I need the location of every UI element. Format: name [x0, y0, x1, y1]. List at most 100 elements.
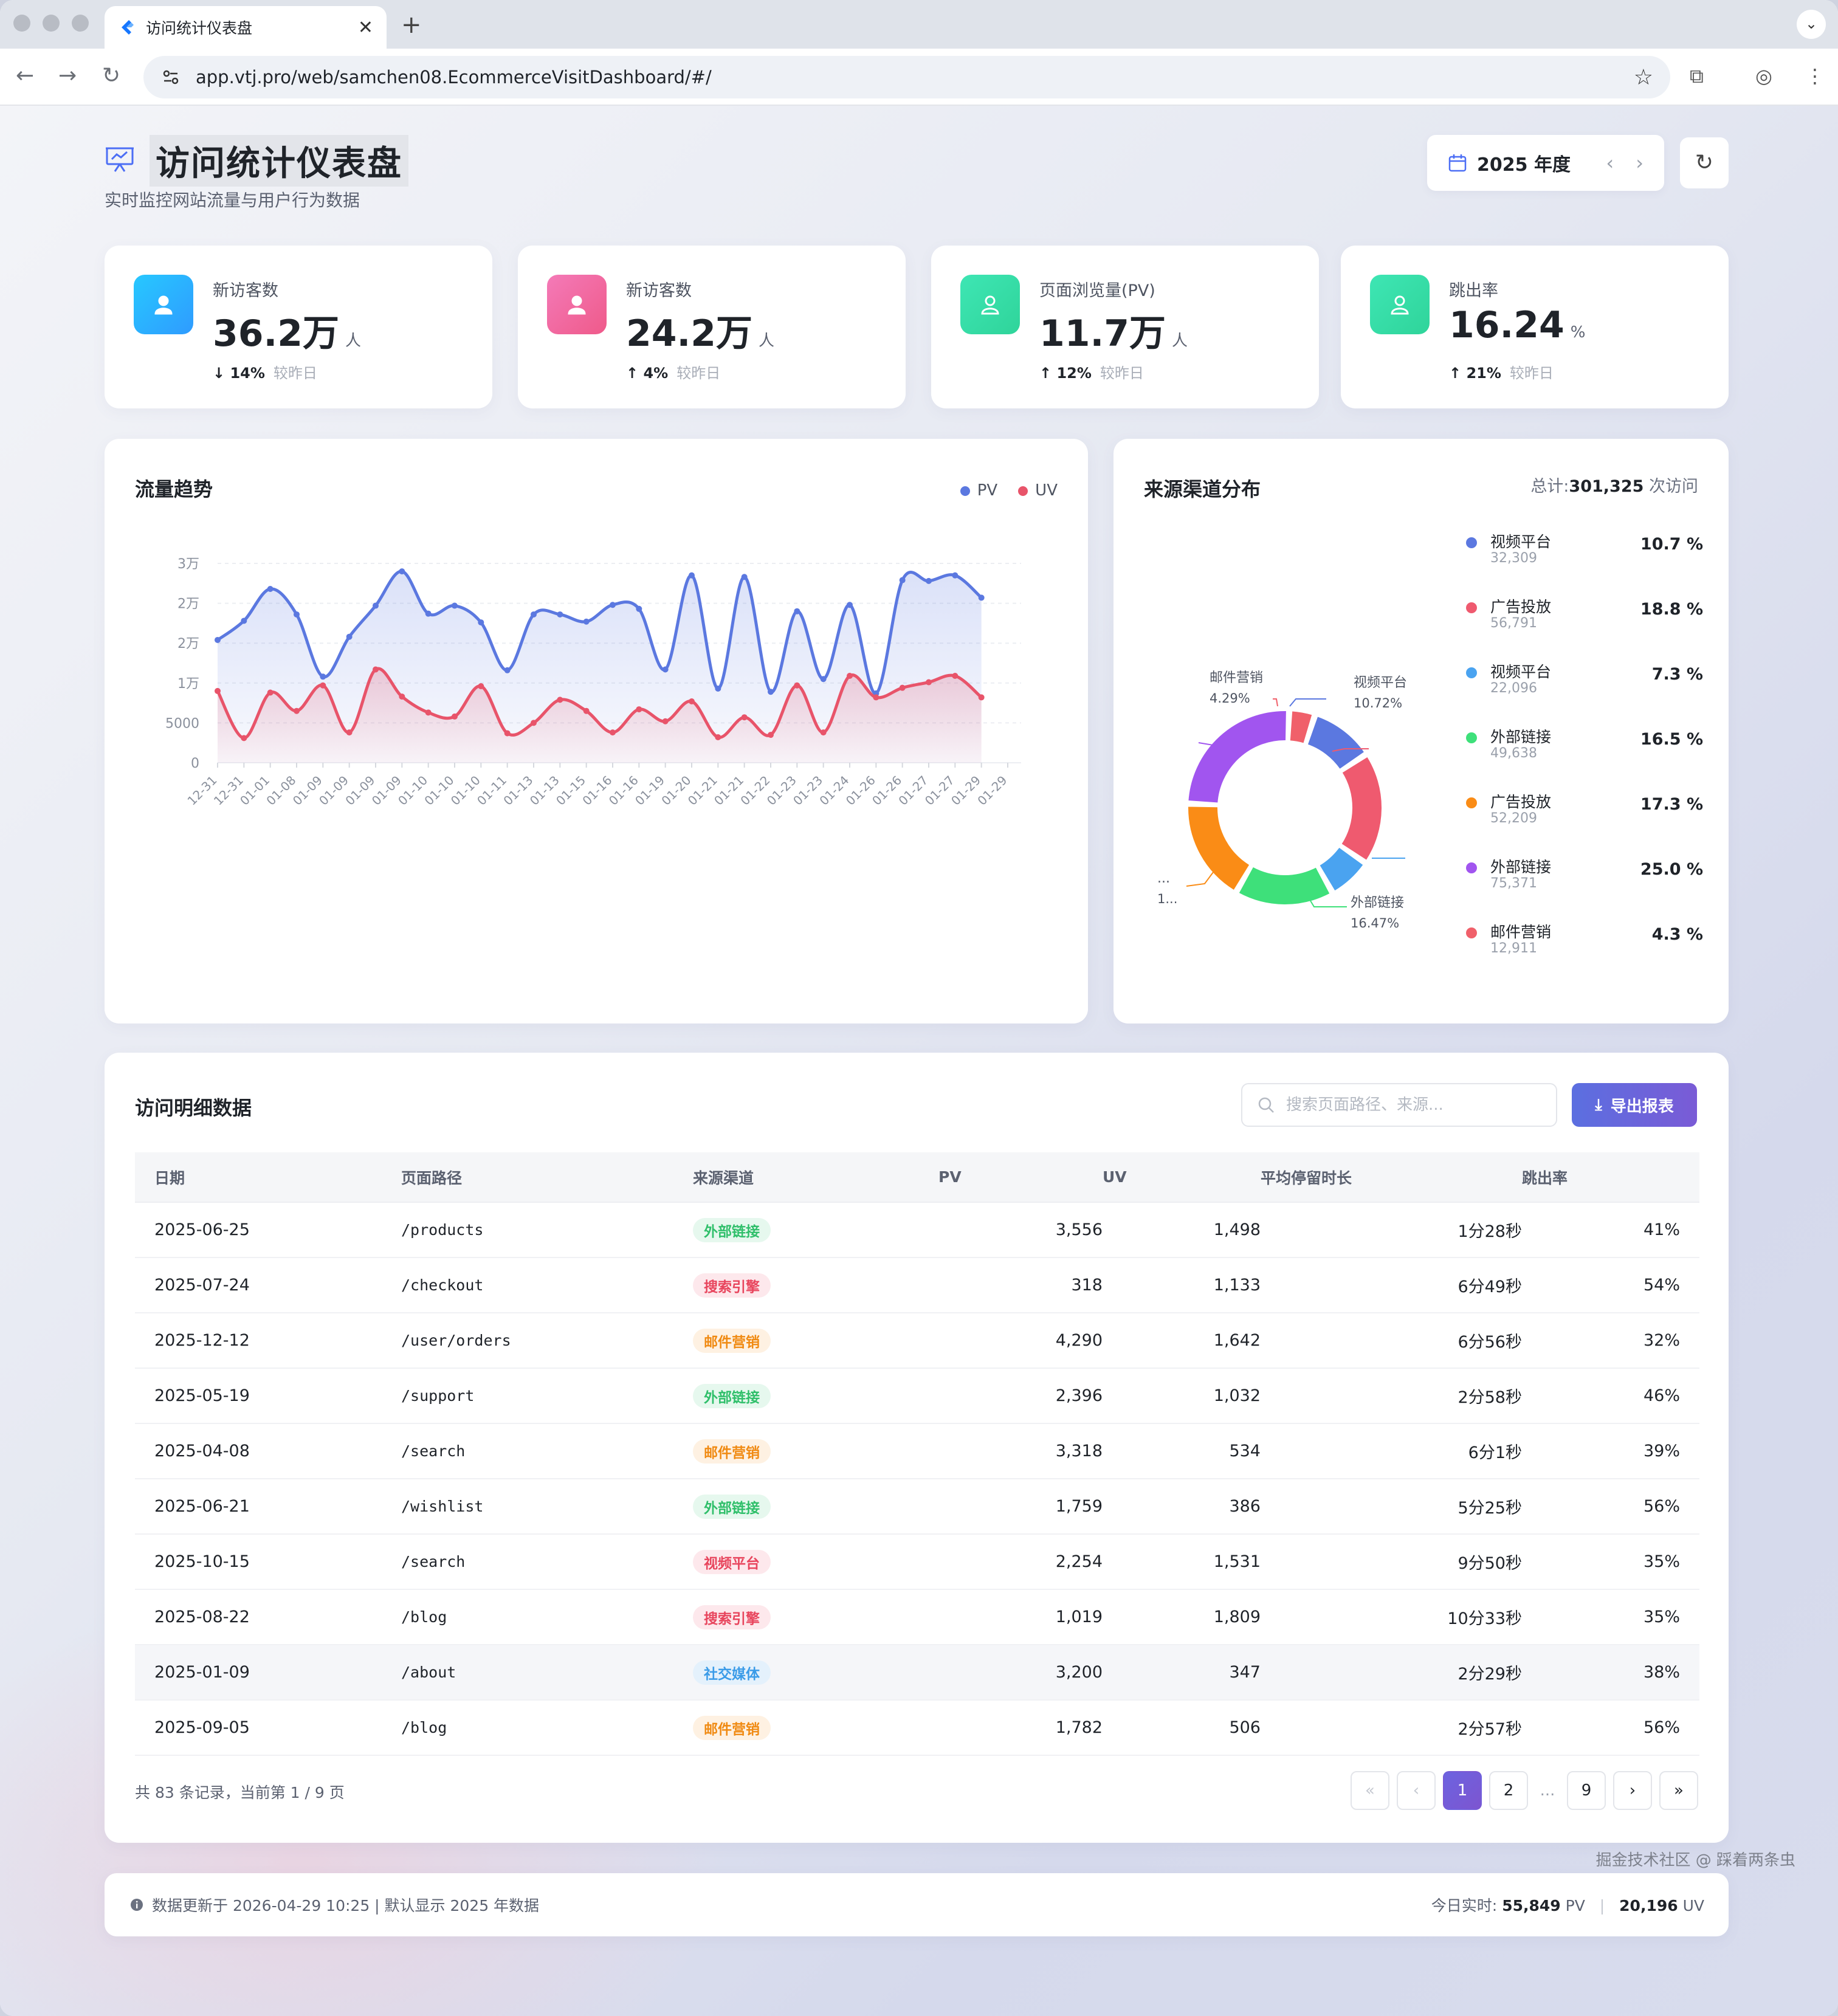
page-title: 访问统计仪表盘	[150, 135, 408, 187]
refresh-button[interactable]: ↻	[1680, 137, 1729, 188]
stat-compare-label: 较昨日	[1100, 365, 1144, 382]
table-row[interactable]: 2025-06-21/wishlist 外部链接 1,759 386 5分25秒 56%	[135, 1479, 1699, 1535]
address-bar[interactable]: app.vtj.pro/web/samchen08.EcommerceVisit…	[143, 56, 1670, 98]
x-tick-label: 01-27	[922, 773, 957, 808]
col-header-pv[interactable]: PV	[938, 1152, 1103, 1203]
tab-search-chevron-icon[interactable]: ⌄	[1797, 10, 1826, 39]
year-picker[interactable]: 2025 年度 ‹ ›	[1427, 135, 1664, 191]
col-header-stay[interactable]: 平均停留时长	[1261, 1152, 1522, 1203]
page-button-2[interactable]: 2	[1489, 1771, 1528, 1810]
col-header-date[interactable]: 日期	[135, 1152, 401, 1203]
stat-unit: 人	[345, 332, 362, 350]
table-row[interactable]: 2025-06-25/products 外部链接 3,556 1,498 1分28秒 41…	[135, 1202, 1699, 1258]
table-row[interactable]: 2025-04-08/search 邮件营销 3,318 534 6分1秒 39%	[135, 1423, 1699, 1479]
realtime-pv-unit: PV	[1565, 1897, 1585, 1915]
source-legend-item[interactable]: 视频平台 22,096 7.3 %	[1466, 660, 1703, 725]
reload-icon[interactable]: ↻	[102, 63, 120, 88]
stat-number: 24.2万	[626, 312, 753, 355]
x-tick-label: 01-24	[816, 773, 852, 808]
data-point-uv	[215, 687, 221, 694]
table-row[interactable]: 2025-08-22/blog 搜索引擎 1,019 1,809 10分33秒 35%	[135, 1589, 1699, 1645]
col-header-uv[interactable]: UV	[1103, 1152, 1261, 1203]
cell-bounce: 35%	[1522, 1534, 1699, 1590]
browser-tab[interactable]: 访问统计仪表盘 ✕	[105, 6, 387, 49]
prev-year-chevron-icon[interactable]: ‹	[1606, 151, 1614, 174]
source-count: 56,791	[1490, 616, 1537, 631]
table-row[interactable]: 2025-07-24/checkout 搜索引擎 318 1,133 6分49秒 54%	[135, 1257, 1699, 1313]
menu-kebab-icon[interactable]: ⋮	[1805, 64, 1825, 88]
browser-window: 访问统计仪表盘 ✕ + ⌄ ← → ↻ app.vtj.pro/web/samc…	[0, 0, 1838, 2016]
forward-arrow-icon[interactable]: →	[58, 63, 77, 88]
col-header-path[interactable]: 页面路径	[401, 1152, 693, 1203]
browser-toolbar: ← → ↻ app.vtj.pro/web/samchen08.Ecommerc…	[0, 49, 1838, 106]
site-settings-icon[interactable]	[160, 67, 181, 88]
source-count: 12,911	[1490, 941, 1537, 956]
first-page-icon[interactable]: «	[1351, 1771, 1389, 1810]
profile-icon[interactable]: ◎	[1755, 64, 1772, 88]
search-input-box[interactable]	[1241, 1083, 1557, 1127]
col-header-source[interactable]: 来源渠道	[693, 1152, 938, 1203]
source-legend-item[interactable]: 邮件营销 12,911 4.3 %	[1466, 920, 1703, 985]
next-year-chevron-icon[interactable]: ›	[1636, 151, 1644, 174]
cell-date: 2025-06-21	[135, 1479, 401, 1535]
source-legend-item[interactable]: 外部链接 75,371 25.0 %	[1466, 855, 1703, 920]
source-legend-item[interactable]: 外部链接 49,638 16.5 %	[1466, 725, 1703, 790]
data-point-uv	[531, 720, 537, 726]
cell-date: 2025-04-08	[135, 1423, 401, 1479]
cell-path: /search	[401, 1423, 693, 1479]
page-ellipsis: ...	[1540, 1781, 1555, 1800]
page-button-9[interactable]: 9	[1567, 1771, 1606, 1810]
source-legend-item[interactable]: 广告投放 52,209 17.3 %	[1466, 790, 1703, 855]
cell-pv: 1,019	[938, 1589, 1103, 1645]
stat-value: 11.7万人	[1039, 304, 1188, 357]
donut-slice	[1306, 715, 1366, 771]
col-header-bounce[interactable]: 跳出率	[1522, 1152, 1699, 1203]
source-dot	[1466, 732, 1477, 743]
source-tag: 外部链接	[693, 1494, 771, 1519]
realtime-uv-value: 20,196	[1619, 1897, 1678, 1915]
extensions-icon[interactable]: ⧉	[1690, 64, 1704, 88]
table-row[interactable]: 2025-05-19/support 外部链接 2,396 1,032 2分58秒 46%	[135, 1368, 1699, 1424]
next-page-icon[interactable]: ›	[1613, 1771, 1652, 1810]
new-tab-button[interactable]: +	[401, 11, 422, 39]
export-report-button[interactable]: ⤓ 导出报表	[1572, 1083, 1697, 1127]
stat-number: 36.2万	[213, 312, 340, 355]
cell-pv: 2,396	[938, 1368, 1103, 1424]
donut-outer-label-name: 外部链接	[1351, 895, 1404, 910]
data-point-uv	[583, 707, 590, 714]
x-tick-label: 01-27	[895, 773, 931, 808]
cell-stay: 2分29秒	[1261, 1645, 1522, 1701]
source-legend-item[interactable]: 广告投放 56,791 18.8 %	[1466, 595, 1703, 660]
cell-bounce: 41%	[1522, 1202, 1699, 1258]
data-point-uv	[504, 730, 511, 737]
data-point-uv	[557, 697, 563, 703]
data-point-uv	[399, 693, 405, 700]
cell-source: 社交媒体	[693, 1645, 938, 1701]
data-point-pv	[215, 636, 221, 643]
cell-stay: 10分33秒	[1261, 1589, 1522, 1645]
minimize-window-button[interactable]	[43, 15, 60, 32]
page-subtitle: 实时监控网站流量与用户行为数据	[105, 190, 360, 210]
data-point-uv	[610, 729, 616, 736]
table-row[interactable]: 2025-01-09/about 社交媒体 3,200 347 2分29秒 38%	[135, 1645, 1699, 1701]
prev-page-icon[interactable]: ‹	[1397, 1771, 1436, 1810]
source-legend-item[interactable]: 视频平台 32,309 10.7 %	[1466, 530, 1703, 595]
source-count: 75,371	[1490, 876, 1537, 891]
cell-path: /blog	[401, 1700, 693, 1756]
tab-close-icon[interactable]: ✕	[358, 17, 373, 38]
page-button-1[interactable]: 1	[1443, 1771, 1482, 1810]
cell-uv: 347	[1103, 1645, 1261, 1701]
source-dot	[1466, 797, 1477, 808]
data-point-uv	[662, 718, 669, 724]
back-arrow-icon[interactable]: ←	[16, 63, 34, 88]
last-page-icon[interactable]: »	[1659, 1771, 1698, 1810]
data-point-pv	[741, 574, 748, 580]
search-input[interactable]	[1286, 1096, 1529, 1114]
cell-path: /search	[401, 1534, 693, 1590]
zoom-window-button[interactable]	[72, 15, 89, 32]
table-row[interactable]: 2025-09-05/blog 邮件营销 1,782 506 2分57秒 56%	[135, 1700, 1699, 1756]
table-row[interactable]: 2025-10-15/search 视频平台 2,254 1,531 9分50秒 35%	[135, 1534, 1699, 1590]
close-window-button[interactable]	[13, 15, 30, 32]
bookmark-star-icon[interactable]: ☆	[1634, 65, 1653, 90]
table-row[interactable]: 2025-12-12/user/orders 邮件营销 4,290 1,642 6分56…	[135, 1313, 1699, 1369]
